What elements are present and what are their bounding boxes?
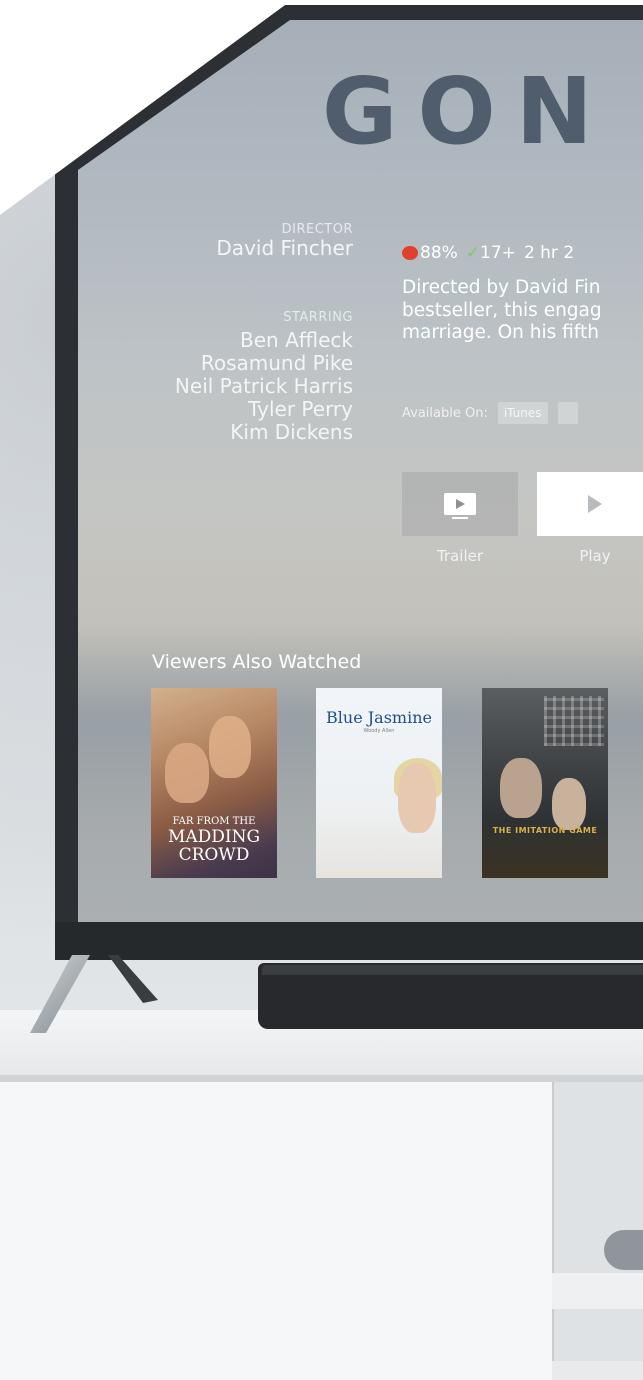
cast-member: Neil Patrick Harris [174,374,353,398]
poster-title: THE IMITATION GAME [492,826,598,835]
poster-face [552,778,586,830]
tv-bezel-bottom [55,922,643,960]
cabinet-door [0,1082,552,1380]
service-chip-itunes[interactable]: iTunes [497,402,548,424]
cabinet-divider [552,1082,554,1380]
check-icon: ✓ [465,243,481,263]
play-label: Play [579,547,611,565]
shelf-object [604,1230,643,1270]
poster-title: Blue Jasmine [326,708,432,727]
poster-the-imitation-game[interactable]: THE IMITATION GAME [482,688,608,878]
cast-member: Ben Affleck [240,328,353,352]
age-rating-value: 17+ [480,243,516,263]
rating: 88% [402,243,458,263]
director-name: David Fincher [216,236,353,260]
cabinet-shelf [552,1361,643,1380]
poster-blue-jasmine[interactable]: Blue Jasmine Woody Allen [316,688,442,878]
trailer-button[interactable] [402,472,518,536]
screen-play-icon [444,493,476,519]
age-rating: ✓17+ [466,243,516,263]
play-button[interactable] [537,472,643,536]
play-icon [588,495,602,513]
poster-grid [544,696,604,746]
movie-description: Directed by David Fin bestseller, this e… [402,277,643,345]
director-block: DIRECTOR David Fincher [216,222,353,260]
trailer-label: Trailer [436,547,484,565]
tomato-icon [402,246,418,260]
related-section-title: Viewers Also Watched [152,651,362,673]
cast-member: Rosamund Pike [200,351,353,375]
poster-title-line: FAR FROM THE [172,816,256,827]
movie-title: GON [322,58,613,165]
service-chip-more[interactable] [557,402,578,424]
starring-label: STARRING [283,310,353,325]
soundbar-top [262,965,643,975]
availability-label: Available On: [402,405,488,421]
poster-face [165,743,209,803]
poster-face [398,763,436,833]
poster-title-line: MADDING [167,827,261,847]
description-line: Directed by David Fin [402,277,601,298]
runtime: 2 hr 2 [523,243,575,263]
cast-member: Tyler Perry [248,397,353,421]
cast-member: Kim Dickens [230,420,353,444]
rating-score: 88% [420,243,458,263]
poster-title-line: CROWD [178,845,250,865]
poster-subtitle: Woody Allen [363,728,395,734]
poster-face [209,716,251,778]
poster-far-from-the-madding-crowd[interactable]: FAR FROM THE MADDING CROWD [151,688,277,878]
poster-face [500,758,542,818]
description-line: bestseller, this engag [402,299,602,321]
description-line: marriage. On his fifth [402,322,599,343]
availability-row: Available On: iTunes [402,402,578,424]
movie-meta-row: 88% ✓17+ 2 hr 2 [402,243,574,263]
director-label: DIRECTOR [281,222,353,237]
cabinet-shelf [552,1273,643,1309]
tv-scene: GON DIRECTOR David Fincher STARRING Ben … [0,0,643,1380]
cast-block: STARRING Ben Affleck Rosamund Pike Neil … [175,310,353,444]
